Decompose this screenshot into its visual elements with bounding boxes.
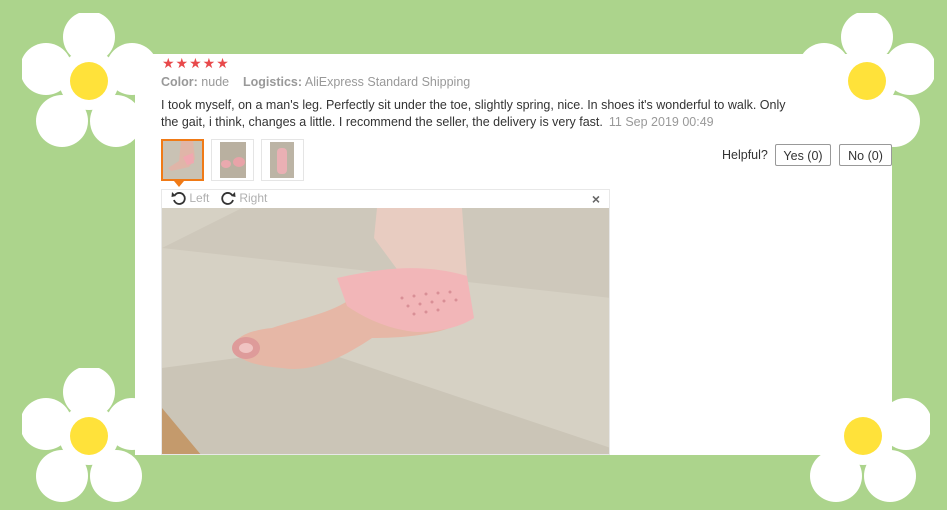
star-rating: ★★★★★ (162, 55, 230, 71)
rotate-left-label: Left (189, 191, 210, 205)
helpful-label: Helpful? (722, 148, 768, 162)
helpful-yes-button[interactable]: Yes (0) (775, 144, 831, 166)
rotate-right-label: Right (239, 191, 268, 205)
rotate-right-control[interactable]: Right (221, 191, 267, 205)
flower-decoration-bottom-right (796, 368, 930, 502)
active-thumbnail-caret (174, 181, 184, 187)
rotate-left-icon (171, 192, 186, 205)
image-viewer-toolbar: Left Right × (162, 190, 609, 208)
color-label: Color: (161, 75, 198, 89)
review-meta: Color: nude Logistics: AliExpress Standa… (161, 75, 470, 89)
helpful-no-button[interactable]: No (0) (839, 144, 892, 166)
image-viewer: Left Right × (161, 189, 610, 455)
flower-decoration-top-right (800, 13, 934, 147)
review-photo (162, 208, 609, 454)
review-date: 11 Sep 2019 00:49 (608, 115, 714, 129)
review-thumbnail-2[interactable] (211, 139, 254, 181)
logistics-label: Logistics: (243, 75, 303, 89)
color-value: nude (201, 75, 230, 89)
logistics-value: AliExpress Standard Shipping (304, 75, 471, 89)
close-icon[interactable]: × (592, 191, 600, 207)
review-thumbnail-3[interactable] (261, 139, 304, 181)
rotate-left-control[interactable]: Left (171, 191, 209, 205)
flower-decoration-top-left (22, 13, 156, 147)
flower-decoration-bottom-left (22, 368, 156, 502)
rotate-right-icon (221, 192, 236, 205)
review-thumbnail-1[interactable] (161, 139, 204, 181)
review-text-block: I took myself, on a man's leg. Perfectly… (161, 97, 801, 131)
